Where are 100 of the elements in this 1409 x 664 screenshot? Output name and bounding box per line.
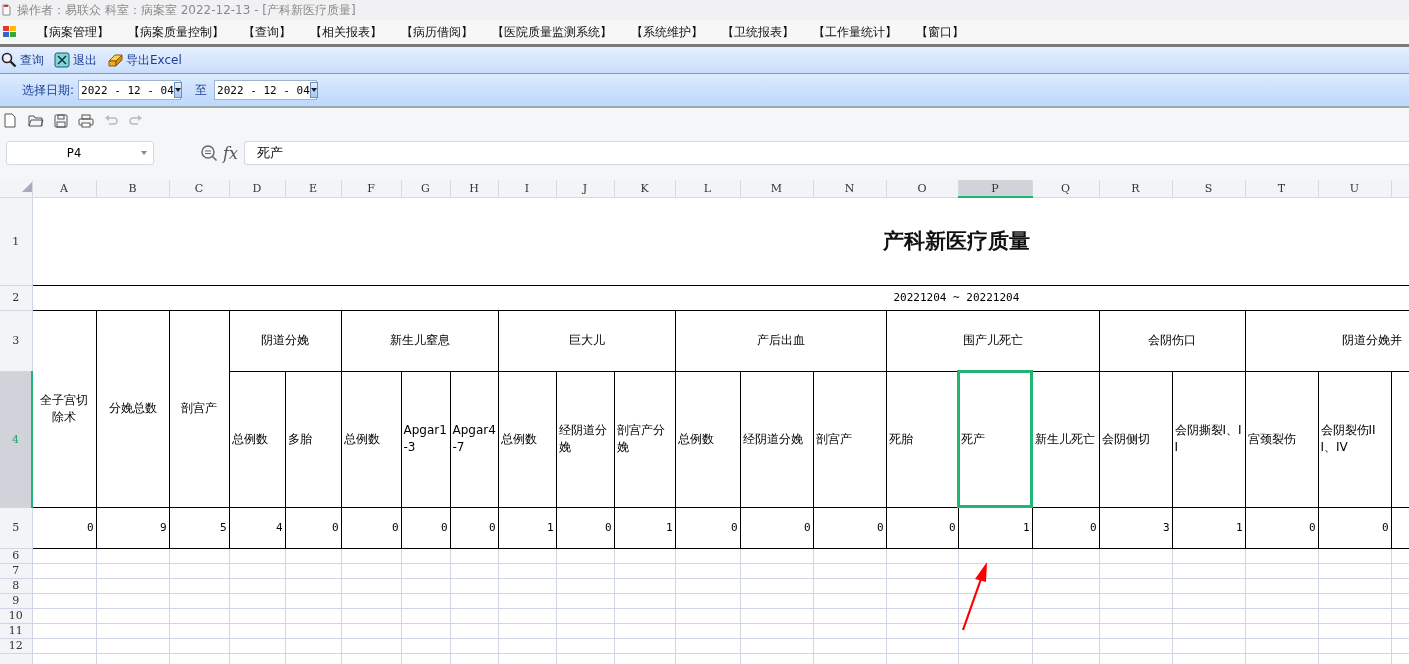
column-header[interactable]: K: [614, 180, 675, 197]
table-cell: 0: [32, 507, 96, 548]
column-header[interactable]: U: [1318, 180, 1391, 197]
menu-item[interactable]: 【卫统报表】: [722, 23, 794, 41]
column-heading: 新生儿死亡: [1032, 371, 1099, 507]
column-header[interactable]: I: [498, 180, 556, 197]
dropdown-button[interactable]: [173, 82, 182, 98]
table-cell: 1: [498, 507, 556, 548]
table-cell: 1: [614, 507, 675, 548]
table-cell: 1: [1172, 507, 1245, 548]
column-header[interactable]: G: [401, 180, 450, 197]
column-heading: 分娩总数: [96, 310, 169, 507]
menu-item[interactable]: 【相关报表】: [310, 23, 382, 41]
column-heading: 会阴侧切: [1099, 371, 1172, 507]
menu-item[interactable]: 【病历借阅】: [401, 23, 473, 41]
column-heading: 多胎: [285, 371, 341, 507]
menu-item[interactable]: 【病案质量控制】: [128, 23, 224, 41]
column-header[interactable]: B: [96, 180, 169, 197]
date-range: 20221204 ~ 20221204: [32, 285, 1409, 310]
formula-field[interactable]: 死产: [243, 141, 1409, 165]
column-heading: 新生儿窒息: [341, 310, 498, 371]
column-heading: 巨大儿: [498, 310, 675, 371]
column-heading: 会阴裂伤III、IV: [1318, 371, 1391, 507]
column-header[interactable]: Q: [1032, 180, 1099, 197]
row-header[interactable]: 5: [0, 507, 32, 548]
column-header[interactable]: J: [556, 180, 614, 197]
column-header[interactable]: L: [675, 180, 740, 197]
menu-item[interactable]: 【系统维护】: [631, 23, 703, 41]
table-cell: 0: [556, 507, 614, 548]
column-header[interactable]: H: [450, 180, 498, 197]
column-heading: 围产儿死亡: [886, 310, 1099, 371]
zoom-out-icon[interactable]: [200, 144, 218, 162]
column-heading: 阴道分娩: [229, 310, 341, 371]
column-header[interactable]: S: [1172, 180, 1245, 197]
date-field[interactable]: 2022 - 12 - 04: [78, 80, 182, 100]
column-heading: Apgar4-7: [450, 371, 498, 507]
window-title: 操作者：易联众 科室：病案室 2022-12-13 - [产科新医疗质量]: [17, 1, 356, 19]
table-cell: 0: [1318, 507, 1391, 548]
column-header[interactable]: O: [886, 180, 958, 197]
date-field[interactable]: 2022 - 12 - 04: [214, 80, 318, 100]
function-label[interactable]: fx: [223, 143, 238, 163]
menu-item[interactable]: 【病案管理】: [37, 23, 109, 41]
column-heading: 总例数: [229, 371, 285, 507]
table-cell: 0: [886, 507, 958, 548]
column-heading: 剖宫产分娩: [614, 371, 675, 507]
close-icon: [54, 52, 70, 68]
folder-icon[interactable]: [28, 113, 44, 129]
table-cell: 9: [96, 507, 169, 548]
column-heading: 经阴道分娩: [740, 371, 813, 507]
column-heading: 总例数: [675, 371, 740, 507]
table-cell: 0: [1245, 507, 1318, 548]
menu-item[interactable]: 【工作量统计】: [813, 23, 897, 41]
table-cell: 5: [169, 507, 229, 548]
column-header[interactable]: E: [285, 180, 341, 197]
toolbar-button[interactable]: 查询: [0, 51, 45, 69]
table-cell: 0: [740, 507, 813, 548]
column-heading: Apgar1-3: [401, 371, 450, 507]
row-header[interactable]: 2: [0, 285, 32, 310]
column-header[interactable]: T: [1245, 180, 1318, 197]
eraser-icon: [107, 52, 123, 68]
search-icon: [1, 52, 17, 68]
column-heading: 宫颈裂伤: [1245, 371, 1318, 507]
table-cell: 0: [341, 507, 401, 548]
column-heading: 会阴伤口: [1099, 310, 1245, 371]
dropdown-button[interactable]: [309, 82, 318, 98]
save-icon[interactable]: [53, 113, 69, 129]
column-header[interactable]: A: [32, 180, 96, 197]
column-heading: 产后出血: [675, 310, 886, 371]
table-cell: 0: [285, 507, 341, 548]
toolbar-button[interactable]: 退出: [53, 51, 98, 69]
column-heading: 总例数: [341, 371, 401, 507]
menu-item[interactable]: 【窗口】: [916, 23, 964, 41]
table-cell: 0: [401, 507, 450, 548]
column-header[interactable]: M: [740, 180, 813, 197]
caret-icon: [174, 88, 181, 92]
row-header[interactable]: 1: [0, 197, 32, 285]
column-heading: 会阴撕裂I、II: [1172, 371, 1245, 507]
cell-name-box[interactable]: P4: [6, 141, 154, 165]
menu-item[interactable]: 【医院质量监测系统】: [492, 23, 612, 41]
toolbar-button[interactable]: 导出Excel: [106, 51, 183, 69]
app-grid-icon: [2, 25, 18, 39]
row-header[interactable]: 3: [0, 310, 32, 371]
arrow: [961, 562, 987, 631]
column-heading: 经阴道分娩: [556, 371, 614, 507]
new-file-icon[interactable]: [3, 113, 19, 129]
column-heading: 剖宫产: [169, 310, 229, 507]
column-header[interactable]: R: [1099, 180, 1172, 197]
caret-icon: [310, 88, 317, 92]
print-icon[interactable]: [78, 113, 94, 129]
table-cell: 0: [675, 507, 740, 548]
menu-item[interactable]: 【查询】: [243, 23, 291, 41]
column-header[interactable]: P: [958, 180, 1032, 197]
date-label: 选择日期:: [22, 81, 75, 99]
table-cell: 3: [1099, 507, 1172, 548]
column-header[interactable]: C: [169, 180, 229, 197]
column-header[interactable]: N: [813, 180, 886, 197]
column-header[interactable]: F: [341, 180, 401, 197]
column-header[interactable]: D: [229, 180, 285, 197]
separator-label: 至: [195, 81, 208, 99]
table-cell: 0: [450, 507, 498, 548]
